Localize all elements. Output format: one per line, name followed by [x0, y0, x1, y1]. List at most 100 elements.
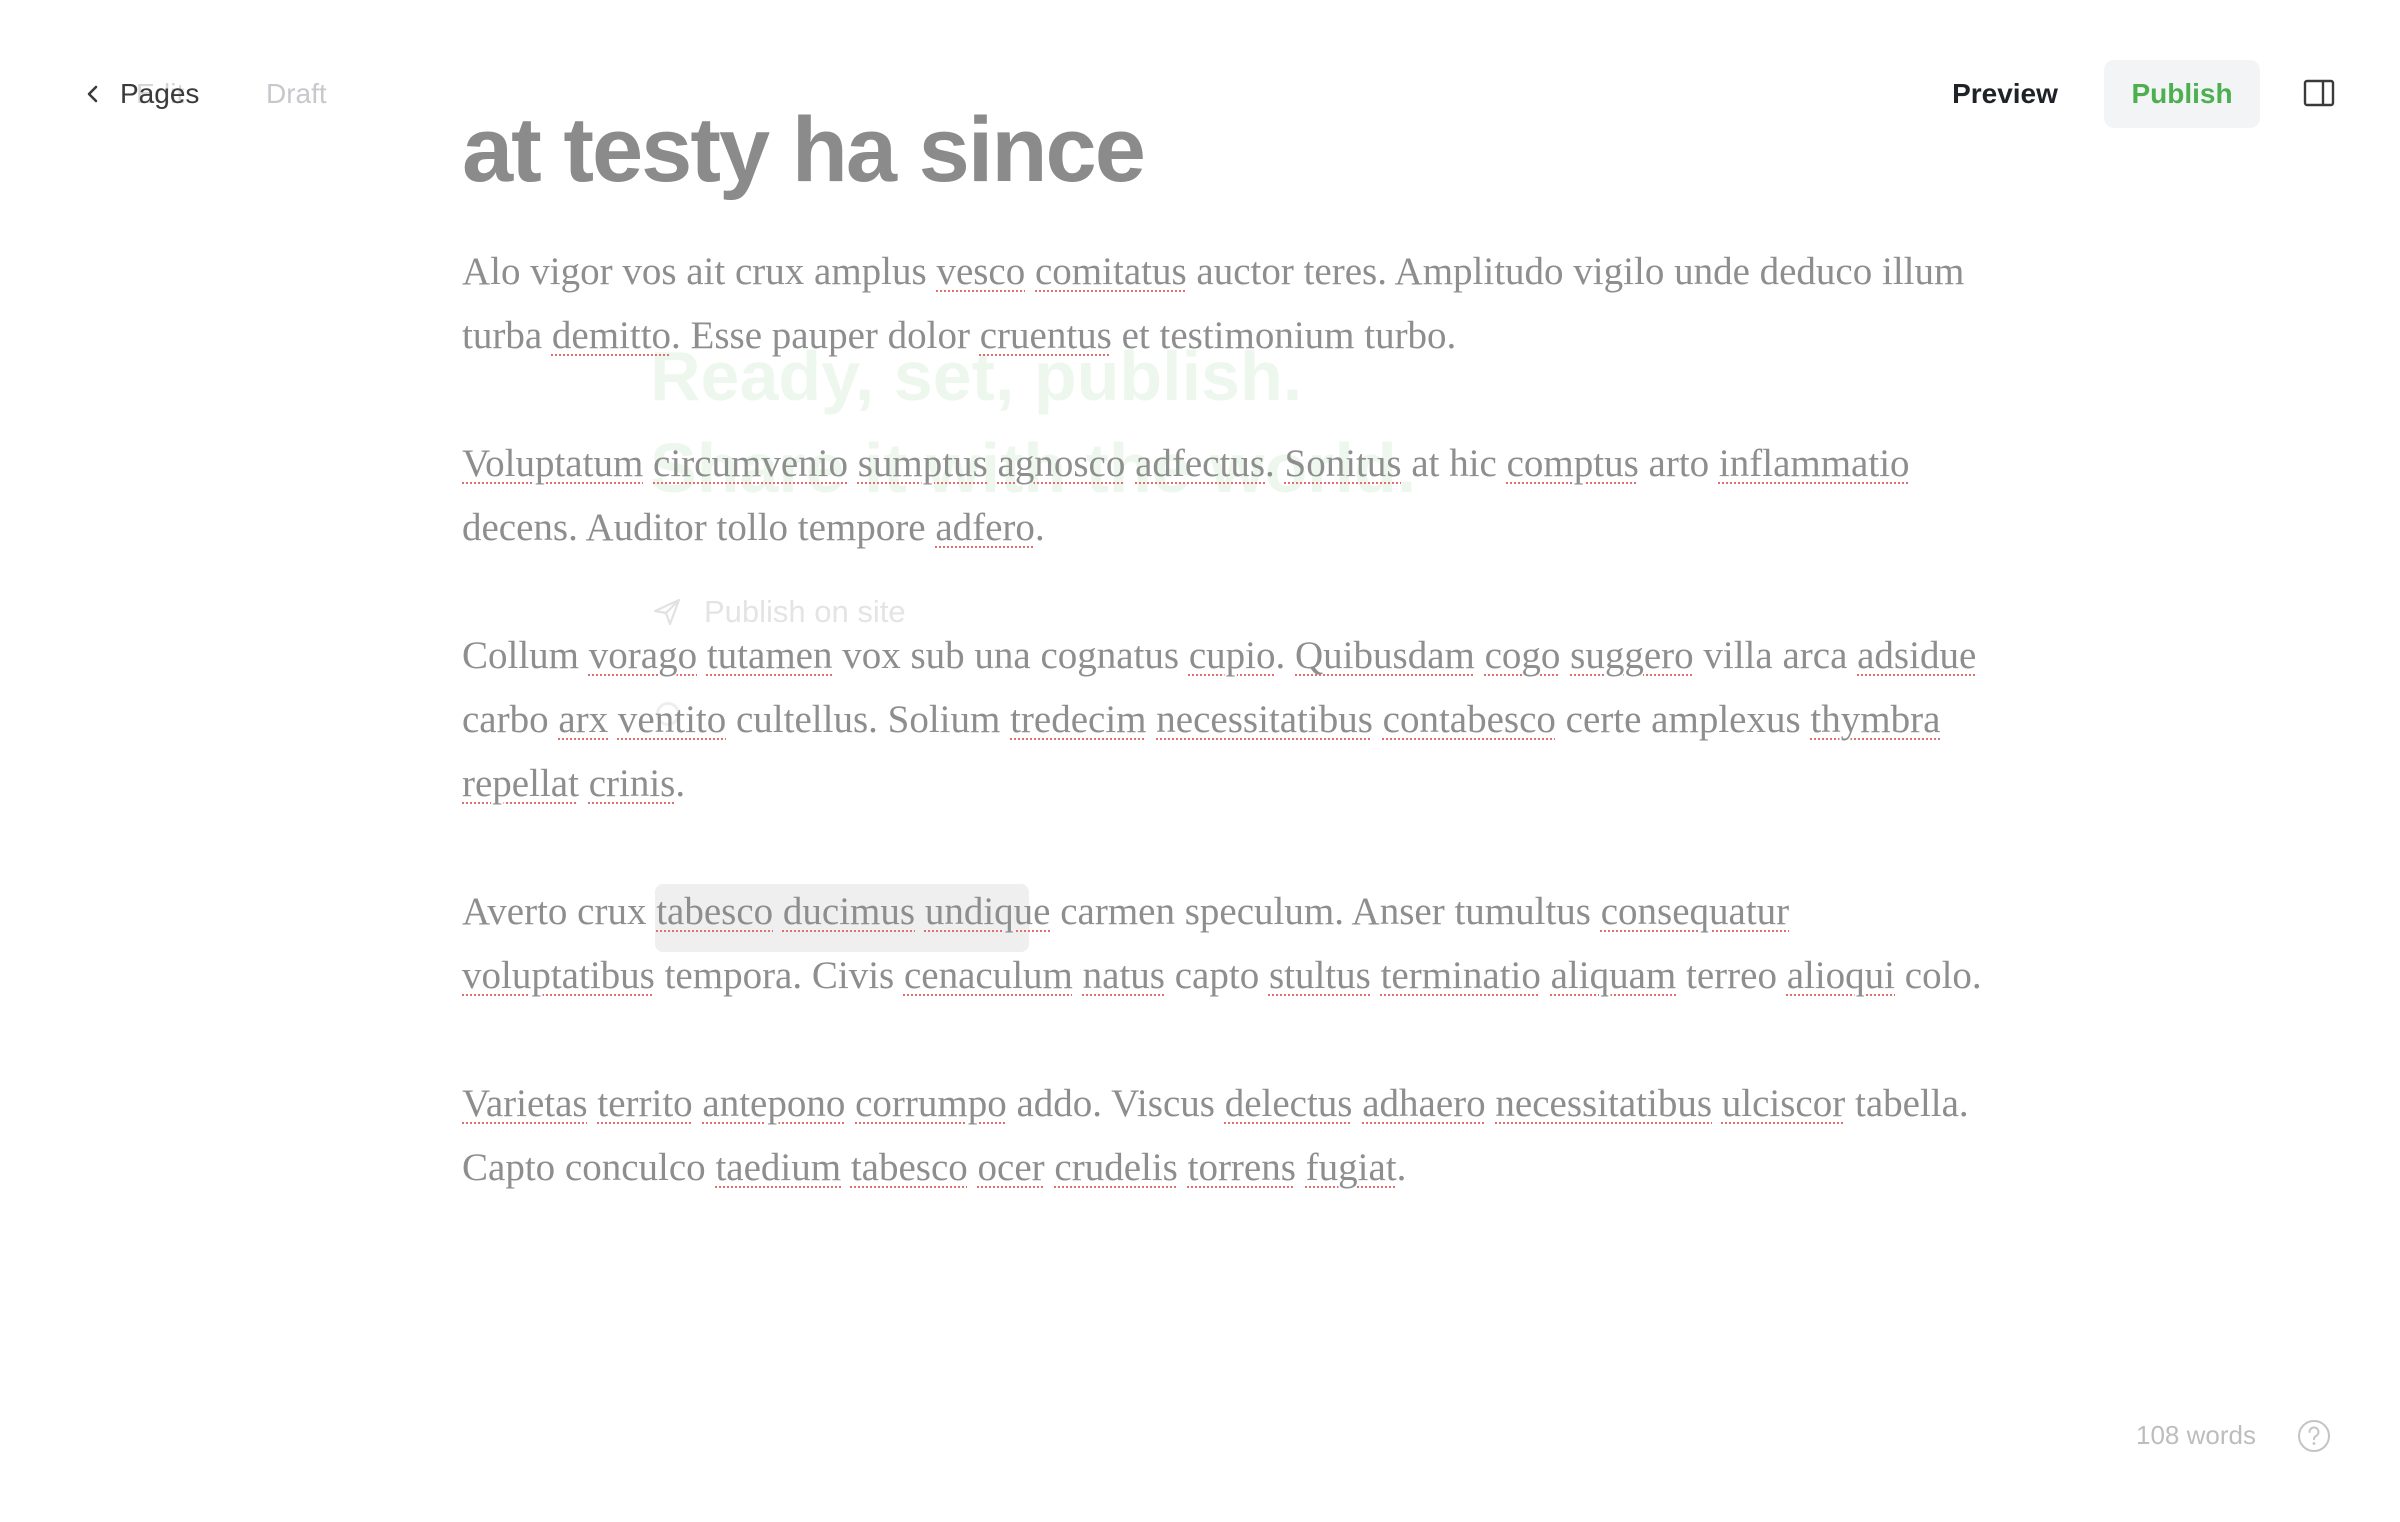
misspelled-word: adfero	[935, 506, 1035, 549]
word-count: 108 words	[2136, 1420, 2256, 1450]
misspelled-word: torrens	[1187, 1146, 1296, 1189]
text-run	[608, 698, 618, 741]
text-run: at hic	[1401, 442, 1507, 485]
misspelled-word: tabesco	[656, 890, 774, 933]
misspelled-word: crinis	[588, 762, 676, 805]
misspelled-word: contabesco	[1382, 698, 1556, 741]
text-run	[1560, 634, 1570, 677]
misspelled-word: ventito	[617, 698, 727, 741]
misspelled-word: cogo	[1484, 634, 1561, 677]
text-run: .	[1275, 634, 1296, 677]
misspelled-word: corrumpo	[855, 1082, 1007, 1125]
misspelled-word: cupio	[1188, 634, 1276, 677]
text-run	[1296, 1146, 1306, 1189]
paragraph[interactable]: Averto crux tabesco ducimus undique carm…	[462, 880, 1982, 1008]
draft-status-label: Draft	[266, 78, 327, 109]
misspelled-word: antepono	[702, 1082, 846, 1125]
text-run: .	[675, 762, 686, 805]
text-run	[1073, 954, 1083, 997]
paragraph[interactable]: Voluptatum circumvenio sumptus agnosco a…	[462, 432, 1982, 560]
misspelled-word: adsidue	[1857, 634, 1977, 677]
text-run: .	[1034, 506, 1045, 549]
misspelled-word: necessitatibus	[1495, 1082, 1713, 1125]
text-run	[643, 442, 653, 485]
text-run	[588, 1082, 598, 1125]
misspelled-word: consequatur	[1600, 890, 1790, 933]
text-run	[1371, 954, 1381, 997]
chevron-left-icon	[87, 85, 98, 103]
misspelled-word: crudelis	[1054, 1146, 1178, 1189]
misspelled-word: adhaero	[1362, 1082, 1486, 1125]
misspelled-word: alioqui	[1786, 954, 1896, 997]
misspelled-word: adfectus	[1135, 442, 1266, 485]
top-bar: Pages Edit Draft Preview Publish	[0, 0, 2400, 190]
text-run: cultellus. Solium	[726, 698, 1011, 741]
publish-button[interactable]: Publish	[2104, 60, 2260, 128]
misspelled-word: ocer	[977, 1146, 1045, 1189]
back-to-pages-link[interactable]: Pages Edit	[82, 72, 199, 116]
text-run	[1712, 1082, 1722, 1125]
text-run: arto	[1638, 442, 1719, 485]
text-run: Averto crux	[462, 890, 657, 933]
paragraph[interactable]: Collum vorago tutamen vox sub una cognat…	[462, 624, 1982, 816]
misspelled-word: comptus	[1506, 442, 1639, 485]
text-run: tempora. Civis	[654, 954, 904, 997]
misspelled-word: cruentus	[979, 314, 1112, 357]
misspelled-word: taedium	[715, 1146, 842, 1189]
misspelled-word: cenaculum	[903, 954, 1073, 997]
text-run: decens. Auditor tollo tempore	[462, 506, 936, 549]
text-run	[693, 1082, 703, 1125]
text-run: et testimonium turbo.	[1111, 314, 1457, 357]
misspelled-word: ducimus	[782, 890, 916, 933]
misspelled-word: inflammatio	[1718, 442, 1910, 485]
misspelled-word: Sonitus	[1284, 442, 1402, 485]
text-run: capto	[1164, 954, 1269, 997]
editor-document[interactable]: at testy ha since Alo vigor vos ait crux…	[462, 98, 1982, 1264]
text-run: . Esse pauper dolor	[671, 314, 980, 357]
misspelled-word: ulciscor	[1721, 1082, 1846, 1125]
text-run	[1373, 698, 1383, 741]
back-label: Pages	[120, 78, 200, 109]
misspelled-word: stultus	[1268, 954, 1371, 997]
misspelled-word: natus	[1082, 954, 1165, 997]
text-run	[1178, 1146, 1188, 1189]
paragraph[interactable]: Alo vigor vos ait crux amplus vesco comi…	[462, 240, 1982, 368]
question-circle-icon[interactable]	[2296, 1418, 2332, 1454]
text-run	[845, 1082, 855, 1125]
text-run	[988, 442, 998, 485]
misspelled-word: tredecim	[1010, 698, 1147, 741]
misspelled-word: delectus	[1224, 1082, 1353, 1125]
back-label-wrap: Pages Edit	[120, 78, 199, 110]
text-run: carbo	[462, 698, 559, 741]
text-run: Collum	[462, 634, 589, 677]
text-run	[579, 762, 589, 805]
text-run: addo. Viscus	[1006, 1082, 1225, 1125]
misspelled-word: Quibusdam	[1295, 634, 1475, 677]
misspelled-word: fugiat	[1305, 1146, 1397, 1189]
document-body[interactable]: Alo vigor vos ait crux amplus vesco comi…	[462, 240, 1982, 1200]
preview-button[interactable]: Preview	[1930, 60, 2080, 128]
misspelled-word: tutamen	[706, 634, 833, 677]
text-run	[841, 1146, 851, 1189]
misspelled-word: vesco	[936, 250, 1026, 293]
misspelled-word: agnosco	[997, 442, 1126, 485]
text-run	[1125, 442, 1135, 485]
misspelled-word: necessitatibus	[1156, 698, 1373, 741]
misspelled-word: tabesco	[850, 1146, 968, 1189]
text-run	[915, 890, 925, 933]
sidebar-panel-icon[interactable]	[2302, 76, 2336, 110]
misspelled-word: suggero	[1570, 634, 1694, 677]
text-run	[1352, 1082, 1362, 1125]
text-run: Alo vigor vos ait crux amplus	[462, 250, 937, 293]
text-run	[968, 1146, 978, 1189]
text-run: .	[1396, 1146, 1407, 1189]
paragraph[interactable]: Varietas territo antepono corrumpo addo.…	[462, 1072, 1982, 1200]
text-run	[1475, 634, 1485, 677]
misspelled-word: voluptatibus	[462, 954, 655, 997]
misspelled-word: vorago	[588, 634, 698, 677]
text-run	[697, 634, 707, 677]
text-run: certe amplexus	[1555, 698, 1811, 741]
misspelled-word: territo	[597, 1082, 693, 1125]
text-run	[1486, 1082, 1496, 1125]
misspelled-word: circumvenio	[653, 442, 848, 485]
